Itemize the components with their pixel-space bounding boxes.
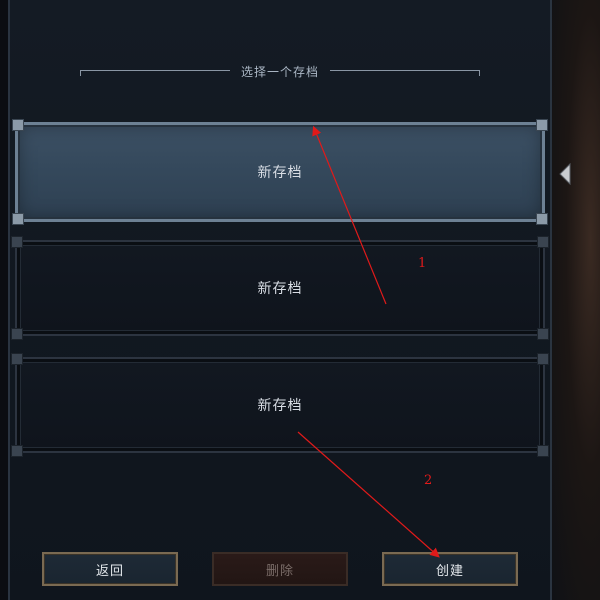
save-slot-label: 新存档: [257, 398, 303, 414]
header-line-right: [330, 70, 480, 76]
save-slot-label: 新存档: [257, 165, 303, 181]
corner-ornament: [12, 119, 24, 131]
save-slot-1[interactable]: 新存档: [12, 119, 548, 225]
corner-ornament: [537, 236, 549, 248]
create-button[interactable]: 创建: [382, 552, 518, 586]
panel-header: 选择一个存档: [80, 62, 480, 82]
annotation-label-1: 1: [418, 256, 427, 271]
corner-ornament: [537, 328, 549, 340]
corner-ornament: [11, 328, 23, 340]
background-scene: [552, 0, 600, 600]
annotation-label-2: 2: [424, 473, 433, 488]
save-slot-2[interactable]: 新存档: [11, 236, 549, 340]
corner-ornament: [536, 213, 548, 225]
save-slot-3[interactable]: 新存档: [11, 353, 549, 457]
corner-ornament: [537, 445, 549, 457]
corner-ornament: [11, 445, 23, 457]
save-slot-label: 新存档: [257, 281, 303, 297]
expand-panel-arrow-icon[interactable]: [558, 163, 572, 185]
corner-ornament: [536, 119, 548, 131]
left-edge: [0, 0, 8, 600]
corner-ornament: [11, 353, 23, 365]
corner-ornament: [11, 236, 23, 248]
corner-ornament: [537, 353, 549, 365]
delete-button[interactable]: 删除: [212, 552, 348, 586]
back-button[interactable]: 返回: [42, 552, 178, 586]
corner-ornament: [12, 213, 24, 225]
